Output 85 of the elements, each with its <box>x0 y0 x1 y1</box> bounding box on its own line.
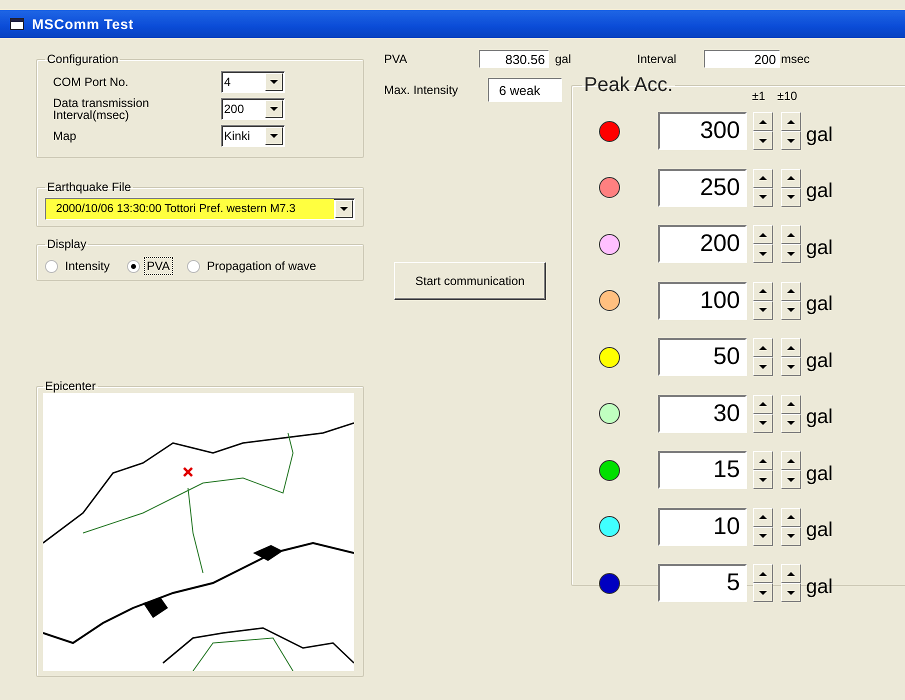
dropdown[interactable]: 2000/10/06 13:30:00 Tottori Pref. western M7.3 <box>45 198 355 220</box>
group-title: Earthquake File <box>46 180 132 194</box>
window-title: MSComm Test <box>32 16 134 32</box>
spin-up-button[interactable] <box>753 338 773 358</box>
dropdown[interactable]: Kinki <box>221 124 285 146</box>
spin-down-button[interactable] <box>753 470 773 490</box>
spin-down-button[interactable] <box>781 526 801 546</box>
field-label: Map <box>53 130 78 142</box>
spin-down-button[interactable] <box>753 188 773 207</box>
spin-down-button[interactable] <box>781 357 801 376</box>
spin-up-button[interactable] <box>753 451 773 470</box>
step-label: ±10 <box>777 89 798 103</box>
start-communication-button[interactable]: Start communication <box>394 262 546 300</box>
dropdown[interactable]: 200 <box>221 98 285 120</box>
spin-down-button[interactable] <box>753 526 773 546</box>
spin-up-button[interactable] <box>753 508 773 527</box>
spin-up-button[interactable] <box>781 451 801 470</box>
unit-label: gal <box>806 406 833 430</box>
threshold-field[interactable]: 10 <box>658 508 747 546</box>
spin-down-button[interactable] <box>781 300 801 320</box>
spin-up-button[interactable] <box>753 112 773 132</box>
spin-up-button[interactable] <box>753 282 773 301</box>
group-title: Configuration <box>46 52 120 66</box>
spin-down-button[interactable] <box>781 131 801 150</box>
radio-button[interactable] <box>45 260 58 272</box>
spin-up-button[interactable] <box>753 225 773 244</box>
spin-down-button[interactable] <box>781 244 801 264</box>
spin-up-button[interactable] <box>781 282 801 301</box>
threshold-field[interactable]: 5 <box>658 564 747 602</box>
window-icon <box>10 18 24 30</box>
radio-label[interactable]: PVA <box>144 257 173 275</box>
radio-button[interactable] <box>126 260 140 272</box>
spin-up-button[interactable] <box>781 225 801 244</box>
spin-down-button[interactable] <box>781 188 801 207</box>
radio-label[interactable]: Propagation of wave <box>204 257 320 275</box>
spin-down-button[interactable] <box>753 244 773 264</box>
unit-label: gal <box>806 350 833 373</box>
spin-up-button[interactable] <box>781 338 801 358</box>
spin-up-button[interactable] <box>753 564 773 584</box>
dropdown[interactable]: 4 <box>221 70 285 92</box>
unit-label: gal <box>806 124 833 147</box>
spin-down-button[interactable] <box>781 583 801 602</box>
spin-up-button[interactable] <box>781 508 801 527</box>
unit-label: gal <box>806 180 833 204</box>
pva-field: 830.56 <box>479 50 549 68</box>
spin-up-button[interactable] <box>781 168 801 188</box>
unit-label: gal <box>806 293 833 316</box>
unit-label: msec <box>781 52 810 66</box>
interval-field: 200 <box>704 50 780 68</box>
threshold-field[interactable]: 50 <box>658 338 747 376</box>
max-intensity-label: Max. Intensity <box>384 83 460 97</box>
spin-down-button[interactable] <box>753 300 773 320</box>
interval-label: Interval <box>637 52 678 66</box>
threshold-field[interactable]: 200 <box>658 225 747 264</box>
unit-label: gal <box>806 576 833 599</box>
unit-label: gal <box>806 462 833 486</box>
radio-label[interactable]: Intensity <box>62 257 113 275</box>
spin-up-button[interactable] <box>781 564 801 584</box>
spin-up-button[interactable] <box>753 168 773 188</box>
unit-label: gal <box>806 519 833 542</box>
group-title: Display <box>46 237 88 251</box>
step-label: ±1 <box>752 89 766 103</box>
max-intensity-field: 6 weak <box>488 78 562 102</box>
group-title: Peak Acc. <box>583 74 674 97</box>
threshold-field[interactable]: 300 <box>658 112 747 150</box>
field-label: Data transmission Interval(msec) <box>53 96 150 120</box>
spin-down-button[interactable] <box>753 414 773 433</box>
radio-button[interactable] <box>186 260 200 272</box>
spin-up-button[interactable] <box>781 394 801 414</box>
threshold-field[interactable]: 15 <box>658 451 747 490</box>
spin-up-button[interactable] <box>753 394 773 414</box>
pva-label: PVA <box>384 52 408 66</box>
spin-down-button[interactable] <box>781 470 801 490</box>
unit-label: gal <box>554 52 571 66</box>
threshold-field[interactable]: 30 <box>658 394 747 433</box>
unit-label: gal <box>806 236 833 260</box>
spin-down-button[interactable] <box>753 357 773 376</box>
threshold-field[interactable]: 250 <box>658 168 747 207</box>
spin-down-button[interactable] <box>781 414 801 433</box>
spin-down-button[interactable] <box>753 131 773 150</box>
spin-up-button[interactable] <box>781 112 801 132</box>
group-title: Epicenter <box>44 379 97 393</box>
spin-down-button[interactable] <box>753 583 773 602</box>
field-label: COM Port No. <box>53 76 130 88</box>
threshold-field[interactable]: 100 <box>658 282 747 320</box>
